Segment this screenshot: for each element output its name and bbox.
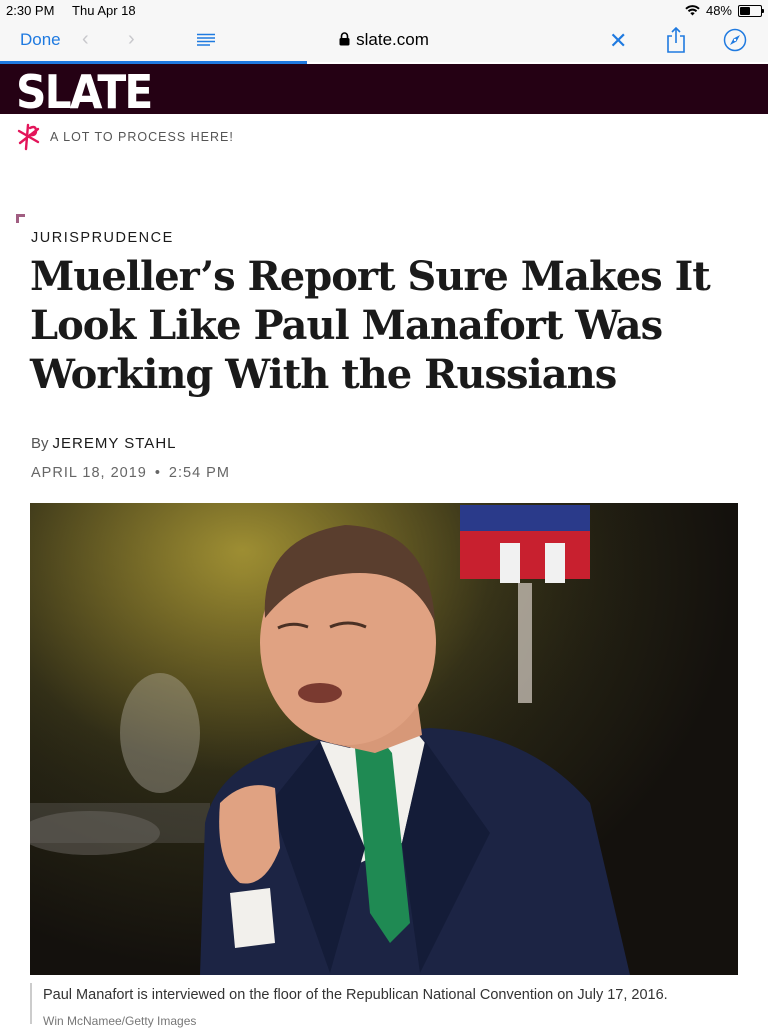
battery-fill bbox=[740, 6, 750, 15]
article-kicker[interactable]: JURISPRUDENCE bbox=[31, 230, 174, 246]
photo-credit: Win McNamee/Getty Images bbox=[43, 1014, 197, 1028]
compass-icon[interactable] bbox=[723, 28, 747, 57]
publish-time: 2:54 PM bbox=[168, 465, 230, 481]
slate-logo[interactable]: SLATE bbox=[16, 67, 153, 117]
photo-caption: Paul Manafort is interviewed on the floo… bbox=[43, 987, 668, 1003]
byline-prefix: By bbox=[31, 435, 49, 452]
promo-banner[interactable]: A LOT TO PROCESS HERE! bbox=[16, 122, 234, 152]
reader-icon[interactable] bbox=[196, 32, 216, 52]
url-text: slate.com bbox=[356, 30, 429, 49]
status-time: 2:30 PM bbox=[6, 3, 55, 18]
publish-date: APRIL 18, 2019 bbox=[31, 465, 147, 481]
site-header: SLATE bbox=[0, 64, 768, 117]
battery-percent: 48% bbox=[705, 3, 732, 18]
dateline: APRIL 18, 2019 • 2:54 PM bbox=[31, 465, 230, 481]
promo-icon bbox=[17, 123, 40, 151]
author-link[interactable]: JEREMY STAHL bbox=[53, 435, 177, 452]
lock-icon bbox=[339, 32, 350, 46]
battery-icon bbox=[738, 4, 764, 17]
status-bar: 2:30 PM Thu Apr 18 48% bbox=[0, 0, 768, 20]
browser-toolbar: Done ‹ › slate.com ✕ bbox=[0, 20, 768, 62]
back-icon[interactable]: ‹ bbox=[82, 28, 89, 51]
forward-icon[interactable]: › bbox=[128, 28, 135, 51]
caption-rule bbox=[30, 983, 32, 1024]
article-headline: Mueller’s Report Sure Makes It Look Like… bbox=[30, 253, 711, 398]
address-bar[interactable]: slate.com bbox=[0, 30, 768, 50]
wifi-icon bbox=[685, 5, 700, 16]
promo-text: A LOT TO PROCESS HERE! bbox=[50, 130, 234, 144]
done-button[interactable]: Done bbox=[20, 30, 61, 50]
status-date: Thu Apr 18 bbox=[72, 3, 136, 18]
share-icon[interactable] bbox=[666, 26, 686, 58]
byline: By JEREMY STAHL bbox=[31, 435, 177, 452]
lead-photo bbox=[30, 503, 738, 975]
section-marker-icon bbox=[16, 214, 25, 223]
dateline-separator: • bbox=[154, 465, 161, 481]
close-icon[interactable]: ✕ bbox=[609, 28, 627, 54]
